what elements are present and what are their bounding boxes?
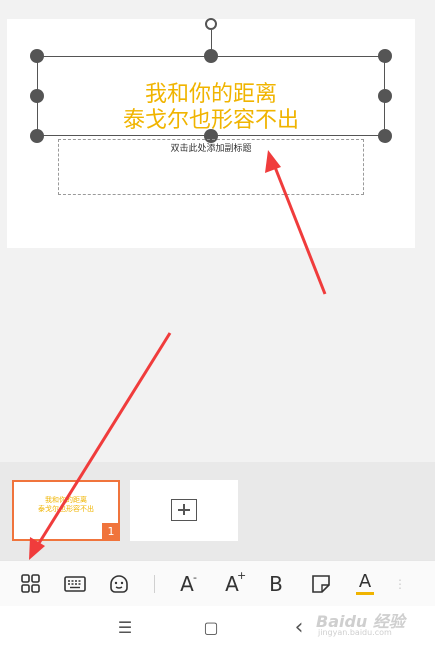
- increase-font-button[interactable]: A +: [214, 561, 250, 607]
- menu-icon: ☰: [117, 617, 133, 637]
- subtitle-placeholder[interactable]: 双击此处添加副标题: [58, 139, 364, 195]
- resize-handle-right[interactable]: [378, 89, 392, 103]
- add-slide-button[interactable]: [130, 480, 238, 541]
- thumbnail-number-badge: 1: [102, 523, 120, 541]
- bold-button[interactable]: B: [258, 561, 294, 607]
- keyboard-icon: [64, 576, 86, 592]
- bold-icon: B: [269, 572, 283, 596]
- font-color-button[interactable]: A: [347, 561, 383, 607]
- keyboard-button[interactable]: [57, 561, 93, 607]
- resize-handle-top-right[interactable]: [378, 49, 392, 63]
- shape-style-button[interactable]: [303, 561, 339, 607]
- resize-handle-top[interactable]: [204, 49, 218, 63]
- shape-style-icon: [312, 575, 330, 593]
- title-textbox[interactable]: 我和你的距离 泰戈尔也形容不出: [37, 56, 385, 136]
- back-nav-button[interactable]: ‹: [279, 606, 319, 648]
- more-tools-indicator: ⋮: [394, 577, 406, 591]
- toolbar-divider: [154, 575, 155, 593]
- slide-thumbnail-1[interactable]: 我和你的距离 泰戈尔也形容不出 1: [12, 480, 120, 541]
- resize-handle-bottom-left[interactable]: [30, 129, 44, 143]
- resize-handle-left[interactable]: [30, 89, 44, 103]
- home-icon: ▢: [203, 617, 219, 637]
- back-icon: ‹: [294, 614, 304, 640]
- bottom-toolbar: A - A + B A ⋮: [0, 560, 435, 606]
- layout-grid-button[interactable]: [13, 561, 49, 607]
- system-nav-bar: ☰ ▢ ‹: [0, 606, 435, 648]
- subtitle-placeholder-text: 双击此处添加副标题: [170, 144, 252, 154]
- emoji-button[interactable]: [101, 561, 137, 607]
- menu-nav-button[interactable]: ☰: [105, 606, 145, 648]
- rotate-handle[interactable]: [205, 18, 217, 30]
- resize-handle-bottom-right[interactable]: [378, 129, 392, 143]
- thumbnail-title-line-2: 泰戈尔也形容不出: [38, 505, 94, 513]
- thumbnail-title-line-1: 我和你的距离: [45, 496, 87, 504]
- decrease-font-button[interactable]: A -: [169, 561, 205, 607]
- smiley-icon: [110, 575, 128, 593]
- decrease-font-icon: A: [180, 572, 194, 596]
- title-line-1: 我和你的距离: [144, 82, 277, 107]
- resize-handle-top-left[interactable]: [30, 49, 44, 63]
- home-nav-button[interactable]: ▢: [191, 606, 231, 648]
- font-color-swatch: [356, 592, 374, 595]
- add-slide-icon: [171, 499, 197, 521]
- layout-grid-icon: [21, 574, 40, 593]
- font-color-icon: A: [358, 570, 372, 592]
